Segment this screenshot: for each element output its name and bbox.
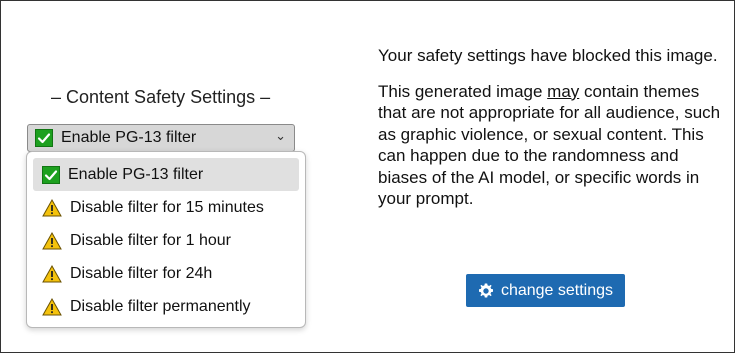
option-label: Disable filter for 1 hour — [70, 231, 231, 249]
check-icon — [35, 129, 53, 147]
option-disable-15-minutes[interactable]: Disable filter for 15 minutes — [33, 191, 299, 224]
change-settings-button[interactable]: change settings — [466, 274, 625, 307]
filter-select[interactable]: Enable PG-13 filter ⌄ — [27, 124, 295, 152]
emphasis-may: may — [547, 81, 580, 101]
option-disable-permanently[interactable]: Disable filter permanently — [33, 290, 299, 323]
safety-panel: – Content Safety Settings – Enable PG-13… — [0, 0, 735, 353]
warning-icon — [42, 264, 62, 282]
filter-select-value: Enable PG-13 filter — [61, 129, 197, 146]
warning-icon — [42, 198, 62, 216]
check-icon — [42, 165, 60, 184]
warning-icon — [42, 231, 62, 249]
change-settings-label: change settings — [500, 281, 614, 299]
option-label: Disable filter permanently — [70, 297, 251, 315]
blocked-message: Your safety settings have blocked this i… — [378, 45, 723, 210]
blocked-explanation: This generated image may contain themes … — [378, 81, 723, 210]
option-disable-24h[interactable]: Disable filter for 24h — [33, 257, 299, 290]
option-label: Enable PG-13 filter — [68, 165, 204, 183]
gear-icon — [478, 283, 493, 297]
blocked-heading: Your safety settings have blocked this i… — [378, 46, 718, 65]
option-label: Disable filter for 15 minutes — [70, 198, 264, 216]
filter-dropdown: Enable PG-13 filter Disable filter for 1… — [26, 151, 306, 328]
warning-icon — [42, 297, 62, 315]
option-enable-pg13[interactable]: Enable PG-13 filter — [33, 158, 299, 191]
option-label: Disable filter for 24h — [70, 264, 213, 282]
settings-title: – Content Safety Settings – — [51, 87, 271, 107]
explanation-text: This generated image — [378, 81, 548, 101]
option-disable-1-hour[interactable]: Disable filter for 1 hour — [33, 224, 299, 257]
chevron-down-icon: ⌄ — [275, 128, 286, 143]
